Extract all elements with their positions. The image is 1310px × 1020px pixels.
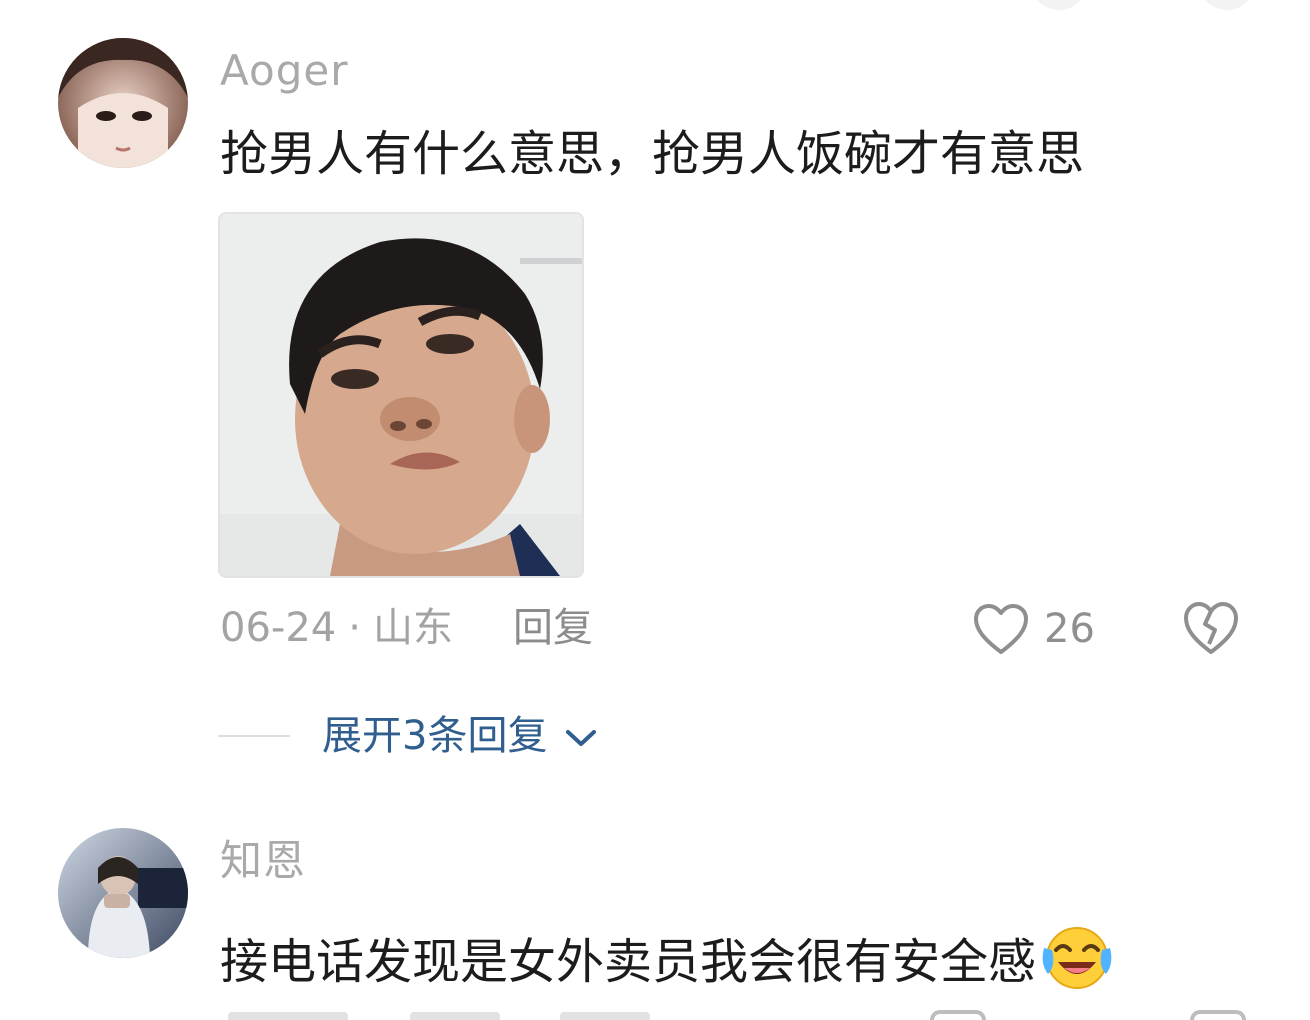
reply-button[interactable]: 回复	[513, 605, 593, 651]
top-partial-button[interactable]	[1198, 0, 1256, 10]
comment-image[interactable]	[218, 212, 584, 578]
comment-meta-partial	[228, 1012, 348, 1020]
dislike-button[interactable]	[1182, 600, 1240, 656]
broken-heart-icon[interactable]	[1190, 1010, 1246, 1020]
comment-text-content: 接电话发现是女外卖员我会很有安全感	[220, 934, 1037, 990]
username[interactable]: 知恩	[220, 840, 306, 882]
like-count: 26	[1044, 606, 1095, 652]
meme-face-image	[220, 214, 582, 576]
comment-location: 山东	[372, 605, 453, 651]
comment-date: 06-24	[220, 605, 337, 651]
laughing-crying-emoji	[1042, 927, 1112, 989]
comment-meta-partial	[410, 1012, 500, 1020]
comment-text: 抢男人有什么意思，抢男人饭碗才有意思	[220, 126, 1085, 182]
avatar-image	[58, 38, 188, 168]
avatar[interactable]	[58, 38, 188, 168]
chevron-down-icon	[566, 730, 597, 746]
heart-outline-icon	[974, 604, 1028, 654]
username[interactable]: Aoger	[220, 50, 348, 92]
comment-text: 接电话发现是女外卖员我会很有安全感	[220, 920, 1116, 992]
reply-button-partial[interactable]	[560, 1012, 650, 1020]
avatar[interactable]	[58, 828, 188, 958]
expand-divider	[218, 735, 290, 737]
expand-replies-label: 展开3条回复	[322, 713, 548, 759]
top-partial-button[interactable]	[1030, 0, 1088, 10]
meta-separator: ·	[348, 605, 361, 651]
comment-meta: 06-24 · 山东 回复	[220, 608, 593, 648]
expand-replies-button[interactable]: 展开3条回复	[322, 716, 598, 756]
avatar-image	[58, 828, 188, 958]
like-button[interactable]	[972, 602, 1030, 656]
broken-heart-icon	[1184, 602, 1238, 654]
heart-outline-icon[interactable]	[930, 1010, 986, 1020]
